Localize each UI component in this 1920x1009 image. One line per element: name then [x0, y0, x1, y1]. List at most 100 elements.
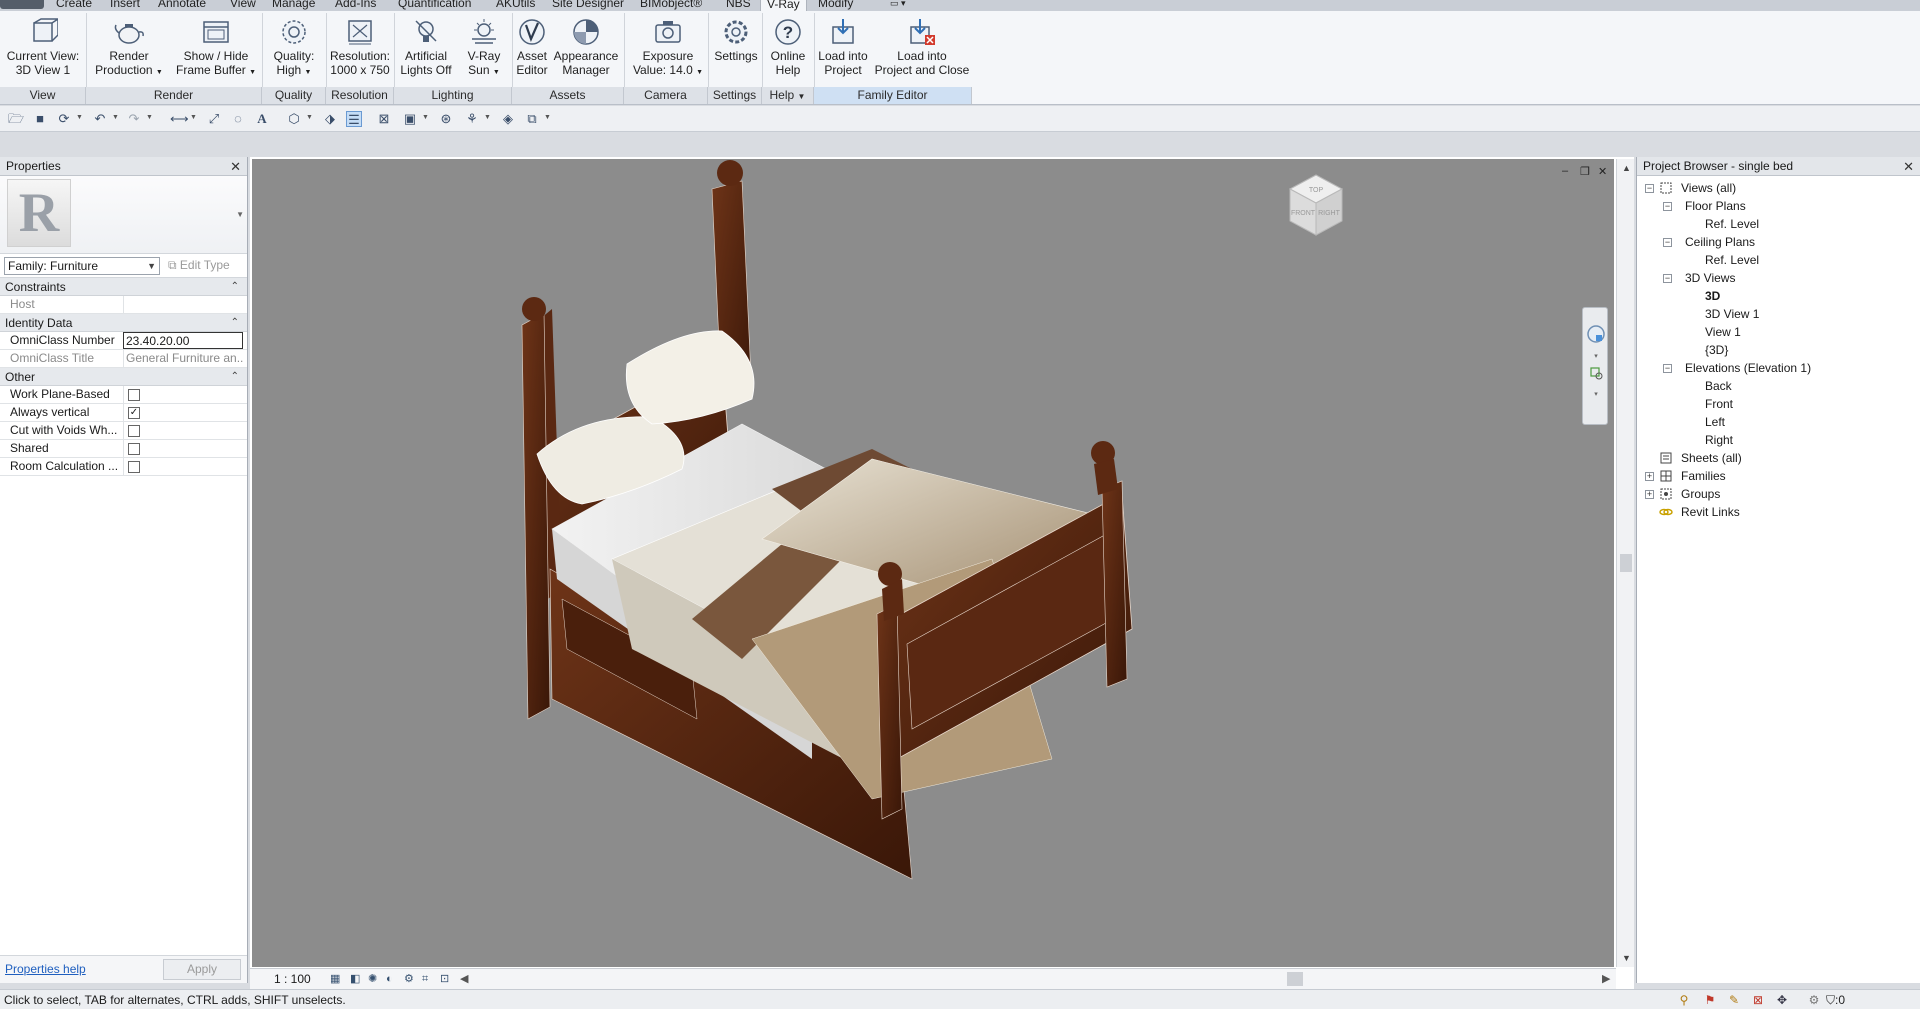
tree-views-all[interactable]: Views (all)	[1681, 179, 1736, 197]
family-select[interactable]: Family: Furniture ▼	[4, 257, 160, 275]
quality-button[interactable]: Quality: High ▼	[266, 17, 322, 80]
section-constraints[interactable]: Constraints ⌃	[0, 278, 247, 296]
collapse-icon[interactable]: ⌃	[231, 314, 239, 332]
load-into-project-button[interactable]: Load into Project	[814, 17, 872, 77]
tab-quantification[interactable]: Quantification	[398, 0, 471, 10]
scroll-left-icon[interactable]: ◀	[460, 973, 474, 985]
tree-groups[interactable]: Groups	[1681, 485, 1720, 503]
save-icon[interactable]: ■	[32, 111, 48, 127]
vertical-scrollbar[interactable]: ▲ ▼	[1616, 159, 1634, 967]
lock-view-icon[interactable]: ⊡	[440, 973, 454, 985]
property-value[interactable]	[123, 296, 243, 313]
visual-style-icon[interactable]: ◧	[350, 973, 364, 985]
tree-ceiling-plans[interactable]: Ceiling Plans	[1685, 233, 1755, 251]
tree-sheets[interactable]: Sheets (all)	[1681, 449, 1742, 467]
collapse-toggle[interactable]: −	[1663, 202, 1672, 211]
text-icon[interactable]: A	[254, 111, 270, 127]
family-icon[interactable]: ◈	[500, 111, 516, 127]
tab-vray[interactable]: V-Ray	[760, 0, 807, 11]
chevron-down-icon[interactable]: ▼	[146, 114, 153, 121]
edit-type-button[interactable]: ⧉ Edit Type	[168, 258, 230, 273]
tree-3d-views[interactable]: 3D Views	[1685, 269, 1735, 287]
tree-view-3d[interactable]: 3D	[1705, 287, 1720, 305]
scroll-up-icon[interactable]: ▲	[1622, 163, 1631, 173]
tree-floor-ref-level[interactable]: Ref. Level	[1705, 215, 1759, 233]
section-other[interactable]: Other ⌃	[0, 368, 247, 386]
section-identity-data[interactable]: Identity Data ⌃	[0, 314, 247, 332]
tab-view[interactable]: View	[230, 0, 256, 10]
scroll-thumb[interactable]	[1620, 554, 1632, 572]
tab-site-designer[interactable]: Site Designer	[552, 0, 624, 10]
chevron-down-icon[interactable]: ▼	[147, 258, 156, 274]
tab-annotate[interactable]: Annotate	[158, 0, 206, 10]
customize-icon[interactable]: ⧉	[524, 111, 540, 127]
collapse-toggle[interactable]: −	[1663, 238, 1672, 247]
online-help-button[interactable]: ? Online Help	[764, 17, 812, 77]
checkbox[interactable]	[128, 389, 140, 401]
tab-create[interactable]: Create	[56, 0, 92, 10]
drag-elements-icon[interactable]: ✥	[1774, 992, 1790, 1008]
property-value[interactable]: General Furniture an...	[123, 350, 243, 367]
panel-title-help[interactable]: Help ▼	[762, 87, 814, 104]
select-by-face-icon[interactable]: ⊠	[1750, 992, 1766, 1008]
3d-viewport[interactable]: TOP FRONT RIGHT	[252, 159, 1614, 967]
steering-wheel-icon[interactable]: ▾ ▾	[1583, 308, 1609, 426]
checkbox[interactable]	[128, 461, 140, 473]
chevron-down-icon[interactable]: ▼	[76, 114, 83, 121]
select-underlay-icon[interactable]: ⚑	[1702, 992, 1718, 1008]
chevron-down-icon[interactable]: ▼	[156, 69, 163, 76]
tree-elevation-front[interactable]: Front	[1705, 395, 1733, 413]
chevron-down-icon[interactable]: ▼	[484, 114, 491, 121]
load-and-close-button[interactable]: Load into Project and Close	[872, 17, 972, 77]
artificial-lights-button[interactable]: Artificial Lights Off	[398, 17, 454, 77]
thin-lines-icon[interactable]: ☰	[346, 111, 362, 127]
expand-toggle[interactable]: +	[1645, 472, 1654, 481]
horizontal-scrollbar[interactable]	[500, 972, 1600, 986]
vray-sun-button[interactable]: V-Ray Sun ▼	[460, 17, 508, 80]
tree-ceiling-ref-level[interactable]: Ref. Level	[1705, 251, 1759, 269]
measure-icon[interactable]: ⟷	[170, 111, 189, 127]
chevron-down-icon[interactable]: ▼	[236, 210, 244, 219]
omniclass-number-field[interactable]: 23.40.20.00	[123, 332, 243, 349]
render-dialog-icon[interactable]: ⚙	[404, 973, 418, 985]
chevron-down-icon[interactable]: ▼	[422, 114, 429, 121]
restore-icon[interactable]: ❐	[1580, 165, 1590, 178]
frame-buffer-button[interactable]: Show / Hide Frame Buffer ▼	[176, 17, 256, 80]
tab-insert[interactable]: Insert	[110, 0, 140, 10]
tree-view-1[interactable]: View 1	[1705, 323, 1741, 341]
checkbox[interactable]	[128, 443, 140, 455]
filter-count[interactable]: ⛉:0	[1826, 993, 1845, 1008]
exposure-button[interactable]: Exposure Value: 14.0 ▼	[632, 17, 704, 80]
settings-button[interactable]: Settings	[712, 17, 760, 63]
viewcube-front-label[interactable]: FRONT	[1291, 210, 1316, 217]
chevron-down-icon[interactable]: ▼	[696, 69, 703, 76]
select-links-icon[interactable]: ⚲	[1676, 992, 1692, 1008]
redo-icon[interactable]: ↷	[126, 111, 142, 127]
close-icon[interactable]: ✕	[230, 157, 241, 176]
aligned-dimension-icon[interactable]: ⤢	[206, 111, 222, 127]
tag-icon[interactable]: ◌	[230, 111, 246, 127]
tab-manage[interactable]: Manage	[272, 0, 315, 10]
close-icon[interactable]: ✕	[1903, 157, 1914, 176]
chevron-down-icon[interactable]: ▼	[798, 92, 806, 101]
chevron-down-icon[interactable]: ▼	[190, 114, 197, 121]
sun-path-icon[interactable]: ✺	[368, 973, 382, 985]
chevron-down-icon[interactable]: ▼	[112, 114, 119, 121]
scroll-down-icon[interactable]: ▼	[1622, 953, 1631, 963]
scroll-right-icon[interactable]: ▶	[1602, 973, 1616, 985]
appearance-manager-button[interactable]: Appearance Manager	[552, 17, 620, 77]
collapse-icon[interactable]: ⌃	[231, 368, 239, 386]
context-dropdown-icon[interactable]: ▭ ▾	[890, 0, 906, 9]
chevron-down-icon[interactable]: ▼	[544, 114, 551, 121]
view-scale[interactable]: 1 : 100	[274, 972, 311, 986]
resolution-button[interactable]: Resolution: 1000 x 750	[328, 17, 392, 77]
chevron-down-icon[interactable]: ▼	[493, 69, 500, 76]
application-menu-button[interactable]	[0, 0, 44, 9]
switch-windows-icon[interactable]: ▣	[402, 111, 418, 127]
tree-floor-plans[interactable]: Floor Plans	[1685, 197, 1746, 215]
current-view-button[interactable]: Current View: 3D View 1	[4, 17, 82, 77]
minimize-icon[interactable]: –	[1562, 165, 1568, 177]
chevron-down-icon[interactable]: ▼	[305, 69, 312, 76]
crop-view-icon[interactable]: ⌗	[422, 973, 436, 985]
chevron-down-icon[interactable]: ▼	[306, 114, 313, 121]
